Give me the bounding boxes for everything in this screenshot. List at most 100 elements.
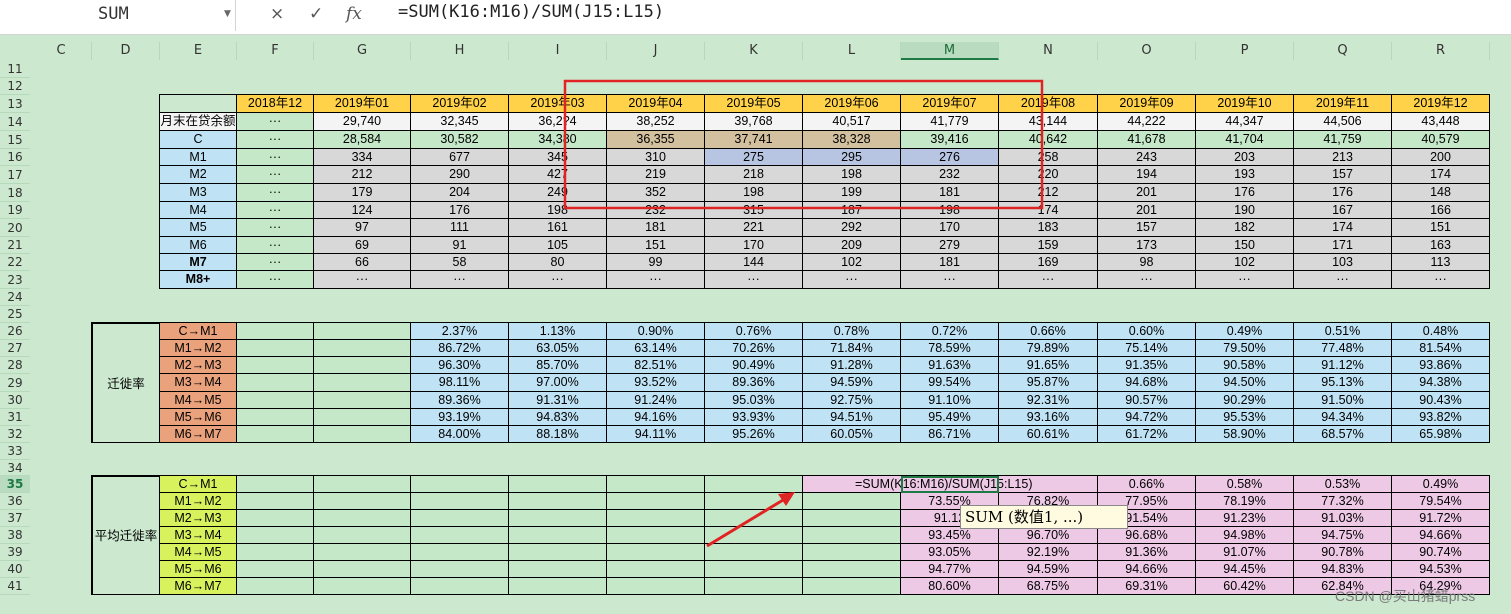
month-header[interactable]: 2019年03: [509, 95, 607, 113]
row-header-27[interactable]: 27: [0, 340, 30, 357]
table-cell[interactable]: 148: [1392, 184, 1490, 202]
table-cell[interactable]: 124: [314, 202, 411, 219]
table-cell[interactable]: [314, 510, 411, 527]
table-cell[interactable]: 150: [1196, 237, 1294, 254]
row-header-21[interactable]: 21: [0, 237, 30, 254]
table-cell[interactable]: 183: [999, 219, 1098, 237]
table-cell[interactable]: ···: [237, 237, 314, 254]
row-header-30[interactable]: 30: [0, 392, 30, 409]
table-cell[interactable]: 0.66%: [999, 323, 1098, 340]
table-cell[interactable]: 34,380: [509, 131, 607, 149]
row-label[interactable]: M2→M3: [160, 510, 237, 527]
month-header[interactable]: 2019年08: [999, 95, 1098, 113]
name-box[interactable]: SUM ▼: [0, 0, 236, 31]
table-cell[interactable]: ···: [705, 271, 803, 289]
table-cell[interactable]: [237, 409, 314, 426]
table-cell[interactable]: [803, 578, 901, 595]
table-cell[interactable]: 91.65%: [999, 357, 1098, 374]
column-header-C[interactable]: C: [31, 42, 92, 60]
table-cell[interactable]: 276: [901, 149, 999, 166]
row-label[interactable]: M3→M4: [160, 374, 237, 392]
table-cell[interactable]: 66: [314, 254, 411, 271]
month-header[interactable]: 2019年04: [607, 95, 705, 113]
row-header-37[interactable]: 37: [0, 510, 30, 527]
table-cell[interactable]: 86.71%: [901, 426, 999, 443]
table-cell[interactable]: 94.50%: [1196, 374, 1294, 392]
table-cell[interactable]: [314, 426, 411, 443]
table-cell[interactable]: 58.90%: [1196, 426, 1294, 443]
fx-icon[interactable]: fx: [346, 4, 362, 24]
table-cell[interactable]: 174: [1392, 166, 1490, 184]
table-cell[interactable]: 58: [411, 254, 509, 271]
table-cell[interactable]: 212: [314, 166, 411, 184]
table-cell[interactable]: 36,2?4: [509, 113, 607, 131]
table-cell[interactable]: 63.14%: [607, 340, 705, 357]
row-label[interactable]: M4→M5: [160, 392, 237, 409]
table-cell[interactable]: [509, 493, 607, 510]
row-header-34[interactable]: 34: [0, 460, 30, 476]
table-cell[interactable]: ···: [237, 202, 314, 219]
table-cell[interactable]: 41,678: [1098, 131, 1196, 149]
table-cell[interactable]: 91: [411, 237, 509, 254]
table-cell[interactable]: 94.45%: [1196, 561, 1294, 578]
table-cell[interactable]: 91.50%: [1294, 392, 1392, 409]
table-cell[interactable]: 43,448: [1392, 113, 1490, 131]
row-label[interactable]: M4: [160, 202, 237, 219]
row-header-35[interactable]: 35: [0, 476, 30, 493]
row-header-39[interactable]: 39: [0, 544, 30, 561]
table-cell[interactable]: 103: [1294, 254, 1392, 271]
table-cell[interactable]: 95.13%: [1294, 374, 1392, 392]
table-cell[interactable]: [705, 493, 803, 510]
table-cell[interactable]: 95.49%: [901, 409, 999, 426]
row-header-36[interactable]: 36: [0, 493, 30, 510]
row-label[interactable]: M5: [160, 219, 237, 237]
table-cell[interactable]: 91.24%: [607, 392, 705, 409]
table-cell[interactable]: 94.72%: [1098, 409, 1196, 426]
table-cell[interactable]: 96.30%: [411, 357, 509, 374]
table-cell[interactable]: 352: [607, 184, 705, 202]
table-cell[interactable]: 94.66%: [1392, 527, 1490, 544]
table-cell[interactable]: 0.58%: [1196, 476, 1294, 493]
table-cell[interactable]: 90.74%: [1392, 544, 1490, 561]
table-cell[interactable]: 68.57%: [1294, 426, 1392, 443]
table-cell[interactable]: 95.87%: [999, 374, 1098, 392]
table-cell[interactable]: 89.36%: [411, 392, 509, 409]
table-cell[interactable]: [314, 409, 411, 426]
table-cell[interactable]: 93.52%: [607, 374, 705, 392]
table-cell[interactable]: 258: [999, 149, 1098, 166]
table-cell[interactable]: [237, 561, 314, 578]
row-header-23[interactable]: 23: [0, 271, 30, 289]
table-cell[interactable]: 199: [803, 184, 901, 202]
table-cell[interactable]: 94.59%: [999, 561, 1098, 578]
table-cell[interactable]: 93.16%: [999, 409, 1098, 426]
table-cell[interactable]: 91.10%: [901, 392, 999, 409]
table-cell[interactable]: 219: [607, 166, 705, 184]
table-cell[interactable]: [607, 544, 705, 561]
table-cell[interactable]: 0.72%: [901, 323, 999, 340]
table-cell[interactable]: [411, 578, 509, 595]
table-cell[interactable]: [509, 578, 607, 595]
table-cell[interactable]: ···: [237, 219, 314, 237]
table-cell[interactable]: [803, 493, 901, 510]
column-header-Q[interactable]: Q: [1294, 42, 1392, 60]
table-cell[interactable]: ···: [237, 149, 314, 166]
table-cell[interactable]: 63.05%: [509, 340, 607, 357]
table-cell[interactable]: 279: [901, 237, 999, 254]
table-cell[interactable]: 174: [999, 202, 1098, 219]
table-cell[interactable]: 41,779: [901, 113, 999, 131]
table-cell[interactable]: 203: [1196, 149, 1294, 166]
table-cell[interactable]: ···: [999, 271, 1098, 289]
table-cell[interactable]: [509, 476, 607, 493]
table-cell[interactable]: 98.11%: [411, 374, 509, 392]
table-cell[interactable]: 198: [901, 202, 999, 219]
table-cell[interactable]: [411, 561, 509, 578]
row-header-32[interactable]: 32: [0, 426, 30, 443]
table-cell[interactable]: 169: [999, 254, 1098, 271]
row-label[interactable]: M5→M6: [160, 561, 237, 578]
column-header-I[interactable]: I: [509, 42, 607, 60]
table-cell[interactable]: 70.26%: [705, 340, 803, 357]
table-cell[interactable]: 85.70%: [509, 357, 607, 374]
table-cell[interactable]: 170: [705, 237, 803, 254]
column-header-E[interactable]: E: [160, 42, 237, 60]
table-cell[interactable]: [607, 476, 705, 493]
